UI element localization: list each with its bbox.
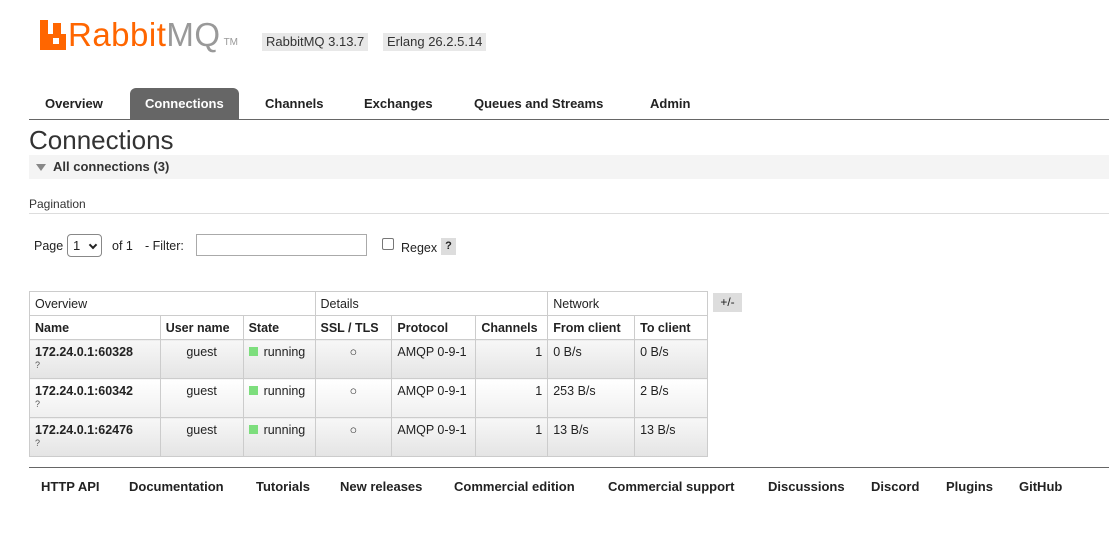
state-cell: running	[242, 339, 316, 379]
connection-link[interactable]: 172.24.0.1:60342	[35, 384, 133, 398]
page-label: Page	[34, 239, 64, 253]
connection-link[interactable]: 172.24.0.1:62476	[35, 423, 133, 437]
col-user-name[interactable]: User name	[159, 315, 244, 340]
col-state[interactable]: State	[242, 315, 316, 340]
footer-link-documentation[interactable]: Documentation	[129, 479, 224, 494]
tab-admin[interactable]: Admin	[635, 88, 705, 120]
tab-queues-and-streams[interactable]: Queues and Streams	[459, 88, 618, 120]
footer-link-commercial-edition[interactable]: Commercial edition	[454, 479, 575, 494]
connection-help-icon[interactable]: ?	[35, 439, 155, 448]
column-toggle-button[interactable]: +/-	[713, 293, 742, 312]
protocol-cell: AMQP 0-9-1	[391, 417, 477, 457]
page-select[interactable]: 1	[67, 234, 102, 257]
chevron-down-icon	[88, 240, 98, 250]
page-select-value: 1	[73, 238, 81, 253]
channels-cell: 1	[475, 339, 549, 379]
col-from-client[interactable]: From client	[547, 315, 636, 340]
connection-help-icon[interactable]: ?	[35, 361, 155, 370]
main-nav: Overview Connections Channels Exchanges …	[29, 88, 1109, 120]
to-client-cell: 13 B/s	[634, 417, 708, 457]
channels-cell: 1	[475, 417, 549, 457]
protocol-cell: AMQP 0-9-1	[391, 339, 477, 379]
connection-name-cell[interactable]: 172.24.0.1:60342?	[29, 378, 161, 418]
from-client-cell: 0 B/s	[547, 339, 636, 379]
col-ssl-tls[interactable]: SSL / TLS	[314, 315, 393, 340]
regex-checkbox[interactable]	[382, 238, 394, 250]
col-protocol[interactable]: Protocol	[391, 315, 477, 340]
collapse-triangle-icon	[36, 164, 46, 171]
running-status-icon	[248, 347, 258, 356]
footer-link-commercial-support[interactable]: Commercial support	[608, 479, 734, 494]
footer-link-discussions[interactable]: Discussions	[768, 479, 845, 494]
erlang-badge: Erlang 26.2.5.14	[383, 33, 487, 51]
footer-link-new-releases[interactable]: New releases	[340, 479, 422, 494]
all-connections-toggle[interactable]: All connections (3)	[29, 155, 1109, 179]
tab-channels[interactable]: Channels	[250, 88, 339, 120]
col-channels[interactable]: Channels	[475, 315, 549, 340]
connection-link[interactable]: 172.24.0.1:60328	[35, 345, 133, 359]
footer-link-plugins[interactable]: Plugins	[946, 479, 993, 494]
logo-text-mq: MQ	[166, 16, 221, 53]
footer-links: HTTP API Documentation Tutorials New rel…	[29, 467, 1109, 503]
footer-link-github[interactable]: GitHub	[1019, 479, 1062, 494]
protocol-cell: AMQP 0-9-1	[391, 378, 477, 418]
regex-label: Regex	[401, 241, 438, 255]
table-row: 172.24.0.1:60328? guest running ○ AMQP 0…	[29, 339, 708, 379]
user-name-cell: guest	[159, 378, 244, 418]
state-text: running	[263, 384, 306, 398]
group-header-details: Details	[314, 291, 549, 316]
state-text: running	[263, 423, 306, 437]
logo-trademark: TM	[223, 37, 239, 48]
connections-table: Overview Details Network Name User name …	[29, 291, 708, 457]
page-count-label: of 1	[112, 239, 133, 253]
user-name-cell: guest	[159, 339, 244, 379]
to-client-cell: 2 B/s	[634, 378, 708, 418]
ssl-tls-cell: ○	[314, 378, 393, 418]
regex-help-icon[interactable]: ?	[441, 238, 456, 255]
col-name[interactable]: Name	[29, 315, 161, 340]
col-to-client[interactable]: To client	[634, 315, 708, 340]
connection-name-cell[interactable]: 172.24.0.1:62476?	[29, 417, 161, 457]
section-title: All connections (3)	[53, 159, 170, 174]
pagination-label: Pagination	[29, 197, 86, 211]
version-badge: RabbitMQ 3.13.7	[262, 33, 369, 51]
page-title: Connections	[29, 125, 174, 155]
state-cell: running	[242, 378, 316, 418]
from-client-cell: 253 B/s	[547, 378, 636, 418]
pagination-divider	[29, 213, 1109, 214]
footer-link-tutorials[interactable]: Tutorials	[256, 479, 310, 494]
rabbitmq-logo[interactable]: Rabbit MQ TM	[40, 16, 239, 53]
to-client-cell: 0 B/s	[634, 339, 708, 379]
group-header-network: Network	[547, 291, 708, 316]
filter-input[interactable]	[196, 234, 367, 256]
ssl-tls-cell: ○	[314, 339, 393, 379]
logo-text-rabbit: Rabbit	[68, 16, 167, 53]
group-header-overview: Overview	[29, 291, 316, 316]
tab-connections[interactable]: Connections	[130, 88, 239, 120]
table-row: 172.24.0.1:62476? guest running ○ AMQP 0…	[29, 417, 708, 457]
from-client-cell: 13 B/s	[547, 417, 636, 457]
footer-link-http-api[interactable]: HTTP API	[41, 479, 100, 494]
connection-name-cell[interactable]: 172.24.0.1:60328?	[29, 339, 161, 379]
footer-link-discord[interactable]: Discord	[871, 479, 919, 494]
tab-exchanges[interactable]: Exchanges	[349, 88, 448, 120]
running-status-icon	[248, 425, 258, 434]
filter-label: - Filter:	[145, 239, 184, 253]
connection-help-icon[interactable]: ?	[35, 400, 155, 409]
running-status-icon	[248, 386, 258, 395]
state-cell: running	[242, 417, 316, 457]
rabbitmq-logo-icon	[40, 20, 66, 50]
table-row: 172.24.0.1:60342? guest running ○ AMQP 0…	[29, 378, 708, 418]
channels-cell: 1	[475, 378, 549, 418]
user-name-cell: guest	[159, 417, 244, 457]
tab-overview[interactable]: Overview	[30, 88, 118, 120]
ssl-tls-cell: ○	[314, 417, 393, 457]
state-text: running	[263, 345, 306, 359]
